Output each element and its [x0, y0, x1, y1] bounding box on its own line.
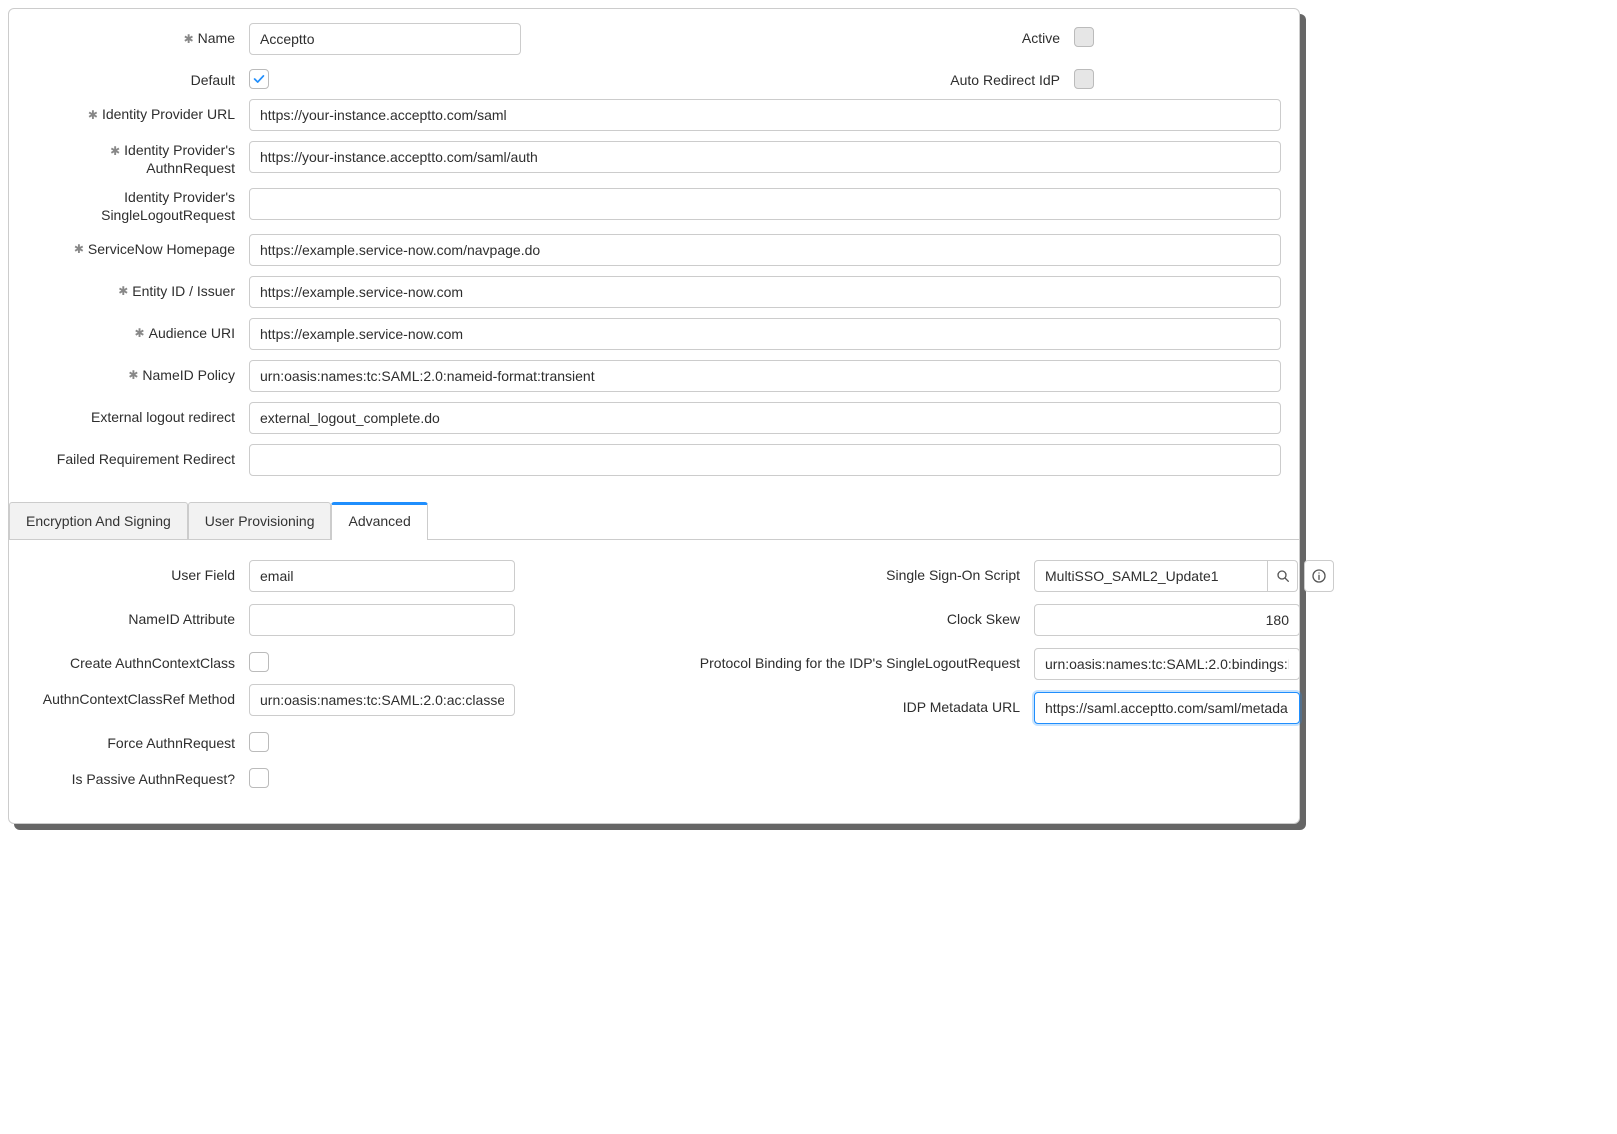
clock-skew-label: Clock Skew — [654, 604, 1034, 628]
sso-script-label: Single Sign-On Script — [654, 560, 1034, 584]
idp-authn-label: ✱Identity Provider's AuthnRequest — [27, 141, 249, 177]
tab-encryption[interactable]: Encryption And Signing — [9, 502, 188, 539]
idp-metadata-label: IDP Metadata URL — [654, 692, 1034, 716]
info-icon — [1311, 568, 1327, 584]
active-checkbox[interactable] — [1074, 27, 1094, 47]
failed-redirect-label: Failed Requirement Redirect — [27, 444, 249, 468]
nameid-attr-label: NameID Attribute — [27, 604, 249, 628]
default-checkbox[interactable] — [249, 69, 269, 89]
protocol-binding-label: Protocol Binding for the IDP's SingleLog… — [654, 648, 1034, 672]
audience-input[interactable] — [249, 318, 1281, 350]
sso-script-lookup-button[interactable] — [1268, 560, 1298, 592]
idp-url-input[interactable] — [249, 99, 1281, 131]
required-icon: ✱ — [88, 108, 98, 124]
idp-metadata-input[interactable] — [1034, 692, 1300, 724]
sso-script-input[interactable] — [1034, 560, 1268, 592]
required-icon: ✱ — [118, 284, 128, 300]
homepage-label: ✱ServiceNow Homepage — [27, 234, 249, 258]
protocol-binding-input[interactable] — [1034, 648, 1300, 680]
nameid-attr-input[interactable] — [249, 604, 515, 636]
idp-url-label: ✱Identity Provider URL — [27, 99, 249, 123]
idp-slo-input[interactable] — [249, 188, 1281, 220]
tab-bar: Encryption And Signing User Provisioning… — [9, 502, 1299, 540]
auto-redirect-label: Auto Redirect IdP — [654, 65, 1074, 89]
authn-method-label: AuthnContextClassRef Method — [27, 684, 249, 708]
nameid-policy-label: ✱NameID Policy — [27, 360, 249, 384]
required-icon: ✱ — [110, 144, 120, 160]
clock-skew-input[interactable] — [1034, 604, 1300, 636]
ext-logout-label: External logout redirect — [27, 402, 249, 426]
main-form: ✱Name Active Default Auto Redirect IdP — [9, 9, 1299, 492]
create-authn-label: Create AuthnContextClass — [27, 648, 249, 672]
required-icon: ✱ — [184, 32, 194, 48]
sso-script-info-button[interactable] — [1304, 560, 1334, 592]
auto-redirect-checkbox[interactable] — [1074, 69, 1094, 89]
form-panel: ✱Name Active Default Auto Redirect IdP — [8, 8, 1300, 824]
tab-advanced[interactable]: Advanced — [331, 502, 427, 540]
audience-label: ✱Audience URI — [27, 318, 249, 342]
is-passive-checkbox[interactable] — [249, 768, 269, 788]
entity-id-input[interactable] — [249, 276, 1281, 308]
idp-slo-label: Identity Provider's SingleLogoutRequest — [27, 188, 249, 224]
failed-redirect-input[interactable] — [249, 444, 1281, 476]
tab-provisioning[interactable]: User Provisioning — [188, 502, 332, 539]
nameid-policy-input[interactable] — [249, 360, 1281, 392]
ext-logout-input[interactable] — [249, 402, 1281, 434]
name-input[interactable] — [249, 23, 521, 55]
active-label: Active — [654, 23, 1074, 47]
idp-authn-input[interactable] — [249, 141, 1281, 173]
create-authn-checkbox[interactable] — [249, 652, 269, 672]
check-icon — [252, 72, 266, 86]
entity-id-label: ✱Entity ID / Issuer — [27, 276, 249, 300]
user-field-label: User Field — [27, 560, 249, 584]
required-icon: ✱ — [128, 368, 138, 384]
name-label: ✱Name — [27, 23, 249, 47]
search-icon — [1275, 568, 1291, 584]
authn-method-input[interactable] — [249, 684, 515, 716]
homepage-input[interactable] — [249, 234, 1281, 266]
force-authn-checkbox[interactable] — [249, 732, 269, 752]
required-icon: ✱ — [135, 326, 145, 342]
default-label: Default — [27, 65, 249, 89]
force-authn-label: Force AuthnRequest — [27, 728, 249, 752]
advanced-tab-content: User Field NameID Attribute Create Authn… — [9, 540, 1299, 823]
is-passive-label: Is Passive AuthnRequest? — [27, 764, 249, 788]
required-icon: ✱ — [74, 242, 84, 258]
user-field-input[interactable] — [249, 560, 515, 592]
